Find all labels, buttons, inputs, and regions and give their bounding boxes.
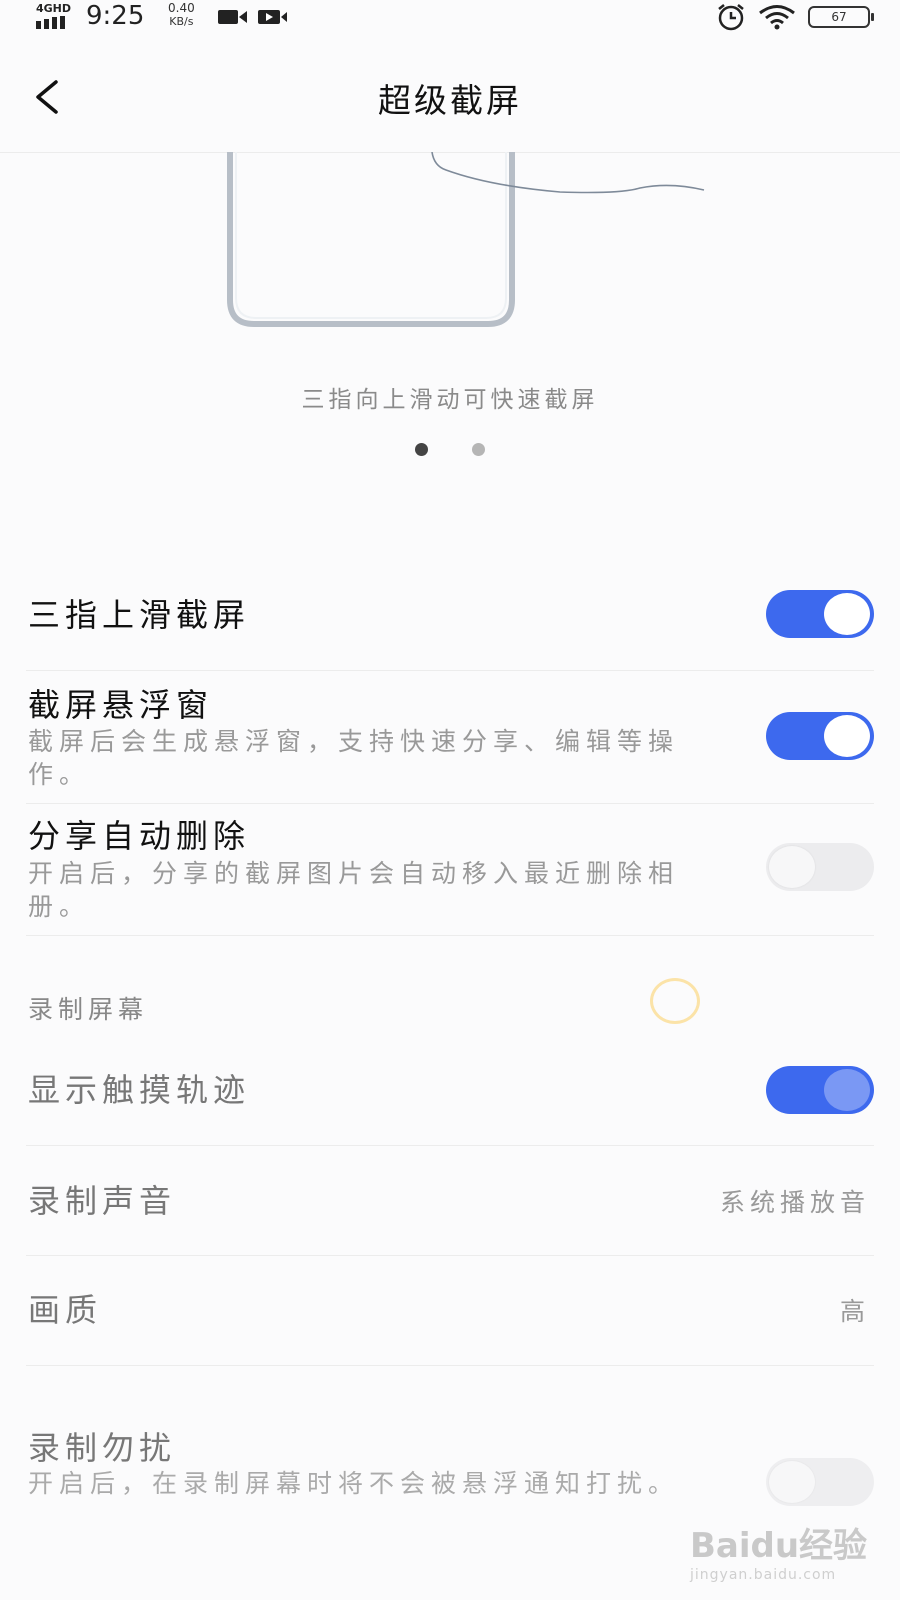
speed-unit: KB/s (169, 15, 194, 28)
alarm-icon (718, 4, 744, 31)
illustration-caption: 三指向上滑动可快速截屏 (301, 387, 599, 413)
video-camera-icon (218, 10, 247, 24)
toggle-knob (824, 715, 870, 757)
divider (26, 803, 874, 804)
auto-delete-label: 分享自动删除 (28, 817, 251, 855)
network-type: 4GHD (36, 2, 72, 15)
float-window-desc: 截屏后会生成悬浮窗，支持快速分享、编辑等操作。 (28, 727, 680, 789)
status-right: 67 (716, 4, 874, 31)
app-header: 超级截屏 (0, 40, 900, 153)
record-sound-value[interactable]: 系统播放音 (720, 1183, 870, 1219)
auto-delete-toggle[interactable] (766, 843, 874, 891)
quality-value[interactable]: 高 (840, 1292, 870, 1328)
auto-delete-desc: 开启后，分享的截屏图片会自动移入最近删除相册。 (28, 859, 680, 921)
float-window-toggle[interactable] (766, 712, 874, 760)
toggle-knob (824, 593, 870, 635)
watermark-url: jingyan.baidu.com (690, 1567, 837, 1583)
record-section-header: 录制屏幕 (28, 995, 149, 1024)
page-indicator-active[interactable] (415, 443, 428, 456)
record-sound-label[interactable]: 录制声音 (28, 1176, 176, 1222)
signal-bars-icon (36, 16, 65, 29)
divider (26, 1145, 874, 1146)
dnd-label: 录制勿扰 (28, 1429, 177, 1467)
video-record-icon (258, 10, 287, 24)
watermark-logo: Baidu经验 (690, 1526, 868, 1566)
speed-value: 0.40 (168, 1, 195, 15)
page-indicator[interactable] (472, 443, 485, 456)
wifi-icon (759, 5, 795, 30)
divider (26, 1365, 874, 1366)
toggle-knob (824, 1069, 870, 1111)
status-time: 9:25 (86, 1, 145, 31)
quality-label[interactable]: 画质 (28, 1285, 102, 1331)
divider (26, 1255, 874, 1256)
divider (26, 670, 874, 671)
toggle-knob (769, 846, 815, 888)
watermark: Baidu经验 jingyan.baidu.com (690, 1518, 870, 1583)
three-finger-label: 三指上滑截屏 (28, 596, 251, 634)
dnd-toggle[interactable] (766, 1458, 874, 1506)
status-bar: 4GHD 9:25 0.40 KB/s 67 (0, 0, 900, 40)
dnd-desc: 开启后，在录制屏幕时将不会被悬浮通知打扰。 (28, 1469, 680, 1498)
gesture-illustration (227, 152, 705, 327)
battery-icon: 67 (808, 6, 874, 28)
three-finger-toggle[interactable] (766, 590, 874, 638)
touch-indicator (650, 978, 700, 1024)
show-touch-toggle[interactable] (766, 1066, 874, 1114)
float-window-label: 截屏悬浮窗 (28, 686, 214, 724)
page-title: 超级截屏 (378, 81, 522, 120)
toggle-knob (769, 1461, 815, 1503)
divider (26, 935, 874, 936)
show-touch-label: 显示触摸轨迹 (28, 1071, 251, 1109)
network-speed: 0.40 KB/s (168, 1, 195, 29)
